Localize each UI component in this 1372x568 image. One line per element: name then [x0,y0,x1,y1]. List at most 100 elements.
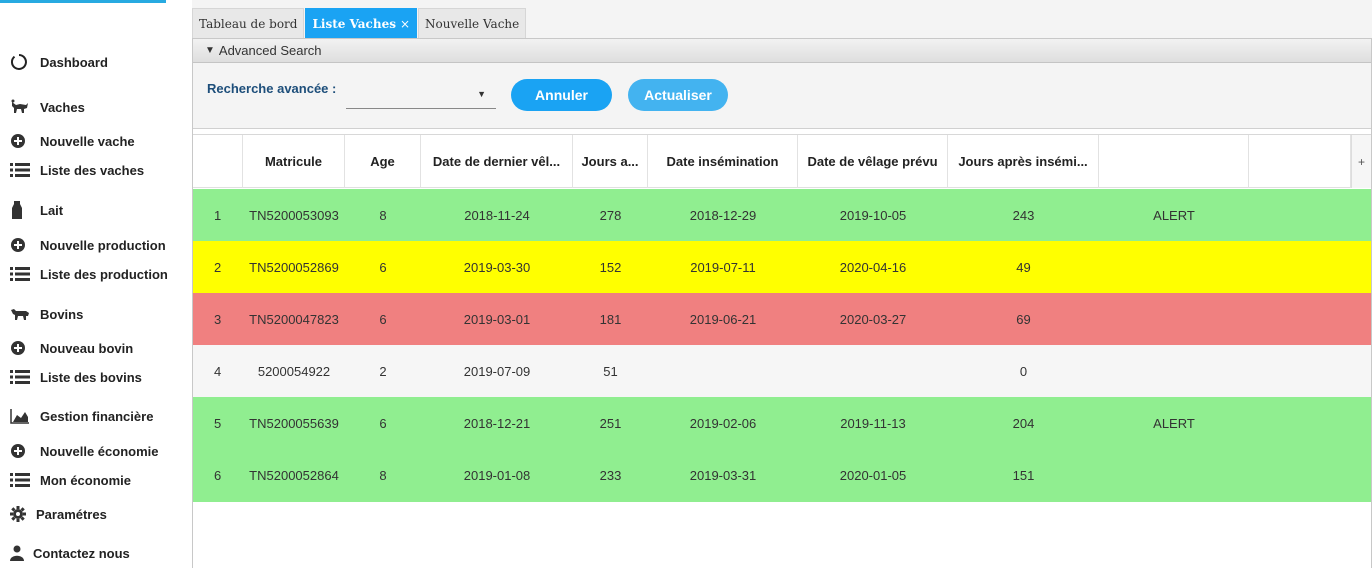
cell-date-velage-prevu [798,345,948,397]
chevron-down-icon: ▼ [477,89,486,99]
cell-date-velage-prevu: 2020-01-05 [839,468,907,483]
cell-alert [1099,293,1249,345]
sidebar-item-vaches[interactable]: Vaches [10,96,85,118]
sidebar-item-liste-vaches[interactable]: Liste des vaches [10,159,144,181]
sidebar-item-label: Contactez nous [33,545,130,561]
sidebar-item-label: Liste des production [40,266,168,282]
sidebar-item-label: Bovins [40,306,84,322]
advanced-search-title: Advanced Search [218,43,322,58]
cell-date-dernier-velage: 2019-07-09 [463,363,531,379]
app-window: Dashboard Vaches Nouvelle vache Liste de… [0,0,1372,568]
sidebar-item-nouvelle-economie[interactable]: Nouvelle économie [10,440,158,462]
advanced-search-toggle[interactable]: ▼ Advanced Search [193,39,1371,63]
column-header-date-dernier-velage[interactable]: Date de dernier vêl... [421,135,573,188]
triangle-down-icon: ▼ [205,45,215,56]
cell-index: 6 [214,468,222,483]
table-row[interactable]: 2 TN5200052869 6 2019-03-30 152 2019-07-… [193,241,1371,293]
content-panel: ▼ Advanced Search Recherche avancée : ▼ … [192,38,1372,568]
cell-jours-apres-velage: 233 [599,468,622,483]
cell-jours-apres-velage: 278 [599,207,622,223]
sidebar: Dashboard Vaches Nouvelle vache Liste de… [0,0,192,568]
tab-tableau-de-bord[interactable]: Tableau de bord [192,8,305,38]
table-row[interactable]: 4 5200054922 2 2019-07-09 51 0 [193,345,1371,397]
column-header-matricule[interactable]: Matricule [243,135,345,188]
column-header-age[interactable]: Age [345,135,421,188]
tab-label: Liste Vaches [312,16,396,31]
sidebar-item-liste-production[interactable]: Liste des production [10,263,168,285]
cell-extra [1249,293,1351,345]
cell-date-insemination [648,345,798,397]
table-row[interactable]: 5 TN5200055639 6 2018-12-21 251 2019-02-… [193,397,1371,449]
cell-date-dernier-velage: 2019-03-01 [463,311,531,327]
sidebar-item-label: Nouvelle économie [40,443,159,459]
sidebar-item-nouveau-bovin[interactable]: Nouveau bovin [10,337,133,359]
column-header-index[interactable] [193,135,243,188]
cell-age: 6 [379,259,387,275]
tab-nouvelle-vache[interactable]: Nouvelle Vache [418,8,527,38]
sidebar-item-dashboard[interactable]: Dashboard [10,51,108,73]
column-menu-plus-button[interactable]: + [1351,135,1371,188]
main-area: Tableau de bord Liste Vaches × Nouvelle … [192,0,1372,568]
cell-jours-apres-velage: 51 [603,363,618,379]
column-header-jours-apres-velage[interactable]: Jours a... [573,135,648,188]
sidebar-item-gestion-financiere[interactable]: Gestion financière [10,405,153,427]
cell-index: 5 [214,415,222,431]
sidebar-item-liste-bovins[interactable]: Liste des bovins [10,366,142,388]
column-header-date-velage-prevu[interactable]: Date de vêlage prévu [798,135,948,188]
cell-date-velage-prevu: 2019-11-13 [840,415,906,431]
cell-alert [1099,345,1249,397]
cell-jours-apres-velage: 152 [599,259,622,275]
column-header-jours-apres-insemination[interactable]: Jours après insémi... [948,135,1099,188]
sidebar-item-label: Lait [40,202,64,218]
gear-icon [10,506,26,522]
cell-jours-apres-insemination: 49 [1016,259,1031,275]
sidebar-item-label: Paramétres [36,506,107,522]
sidebar-item-nouvelle-production[interactable]: Nouvelle production [10,234,166,256]
cell-date-velage-prevu: 2020-03-27 [839,311,907,327]
advanced-search-label: Recherche avancée : [207,81,337,96]
list-icon [10,266,32,282]
cell-extra [1249,189,1351,241]
cell-date-dernier-velage: 2018-12-21 [463,415,531,431]
advanced-search-combo[interactable]: ▼ [346,81,496,109]
cell-jours-apres-insemination: 151 [1012,468,1035,483]
sidebar-item-label: Mon économie [40,472,132,488]
list-icon [10,369,32,385]
column-header-date-insemination[interactable]: Date insémination [648,135,798,188]
sidebar-item-mon-economie[interactable]: Mon économie [10,469,131,491]
sidebar-item-label: Liste des bovins [40,369,142,385]
column-header-extra[interactable] [1249,135,1351,188]
close-icon[interactable]: × [400,17,410,31]
cell-jours-apres-insemination: 0 [1019,363,1028,379]
table-row[interactable]: 3 TN5200047823 6 2019-03-01 181 2019-06-… [193,293,1371,345]
cell-date-dernier-velage: 2018-11-24 [464,207,530,223]
sidebar-item-parametres[interactable]: Paramétres [10,503,107,525]
sidebar-item-label: Nouvelle vache [40,133,135,149]
cell-alert [1099,241,1249,293]
column-header-alert[interactable] [1099,135,1249,188]
tab-liste-vaches[interactable]: Liste Vaches × [305,8,418,38]
sidebar-item-contactez-nous[interactable]: Contactez nous [10,542,130,564]
cell-date-dernier-velage: 2019-03-30 [463,259,531,275]
sidebar-item-lait[interactable]: Lait [10,199,63,221]
cell-date-dernier-velage: 2019-01-08 [463,468,531,483]
annuler-button[interactable]: Annuler [511,79,612,111]
sidebar-item-bovins[interactable]: Bovins [10,303,83,325]
cell-age: 8 [379,468,387,483]
actualiser-button[interactable]: Actualiser [628,79,728,111]
plus-circle-icon [10,237,32,253]
table-row[interactable]: 6 TN5200052864 8 2019-01-08 233 2019-03-… [193,449,1371,502]
cell-date-insemination: 2019-02-06 [689,415,757,431]
cell-matricule: TN5200053093 [249,207,339,223]
cell-index: 1 [214,207,222,223]
cell-date-insemination: 2018-12-29 [689,207,757,223]
sidebar-item-nouvelle-vache[interactable]: Nouvelle vache [10,130,135,152]
cell-extra [1249,241,1351,293]
tab-bar: Tableau de bord Liste Vaches × Nouvelle … [192,8,527,38]
sidebar-accent-line [0,0,166,3]
cell-index: 2 [214,259,222,275]
table-row[interactable]: 1 TN5200053093 8 2018-11-24 278 2018-12-… [193,189,1371,241]
cell-date-velage-prevu: 2020-04-16 [839,259,907,275]
cell-date-insemination: 2019-07-11 [690,259,756,275]
sidebar-item-label: Nouvelle production [40,237,166,253]
